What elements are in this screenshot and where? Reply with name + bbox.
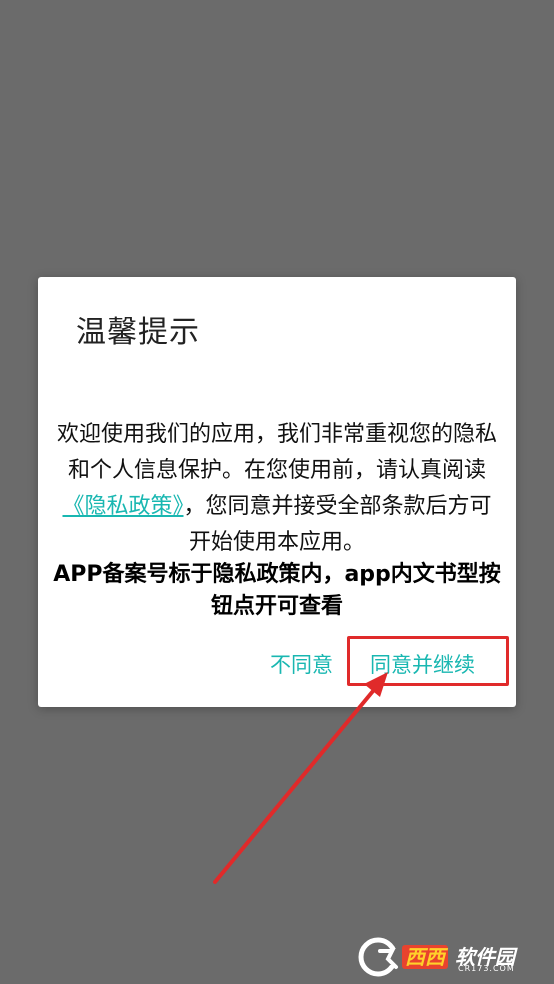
privacy-policy-link[interactable]: 《隐私政策》: [62, 494, 183, 519]
highlight-box: [347, 636, 509, 686]
record-number-notice: APP备案号标于隐私政策内，app内文书型按 钮点开可查看: [44, 559, 510, 623]
dialog-message: 欢迎使用我们的应用，我们非常重视您的隐私 和个人信息保护。在您使用前，请认真阅读…: [44, 417, 510, 561]
message-line-3-text: ，您同意并接受全部条款后方可: [183, 494, 492, 519]
notice-line-2: 钮点开可查看: [210, 594, 343, 619]
watermark-site: CR173.COM: [458, 964, 515, 973]
message-line-1: 欢迎使用我们的应用，我们非常重视您的隐私: [56, 422, 497, 447]
message-line-2: 和个人信息保护。在您使用前，请认真阅读: [67, 458, 486, 483]
notice-line-1: APP备案号标于隐私政策内，app内文书型按: [53, 562, 501, 587]
message-line-3: 《隐私政策》，您同意并接受全部条款后方可: [44, 489, 510, 525]
dialog-title: 温馨提示: [76, 315, 200, 350]
watermark: 西西 软件园 CR173.COM: [358, 937, 536, 977]
message-line-4: 开始使用本应用。: [188, 530, 365, 555]
disagree-button[interactable]: 不同意: [270, 649, 333, 679]
watermark-brand: 西西: [402, 945, 448, 969]
cr-logo-icon: [358, 937, 400, 977]
